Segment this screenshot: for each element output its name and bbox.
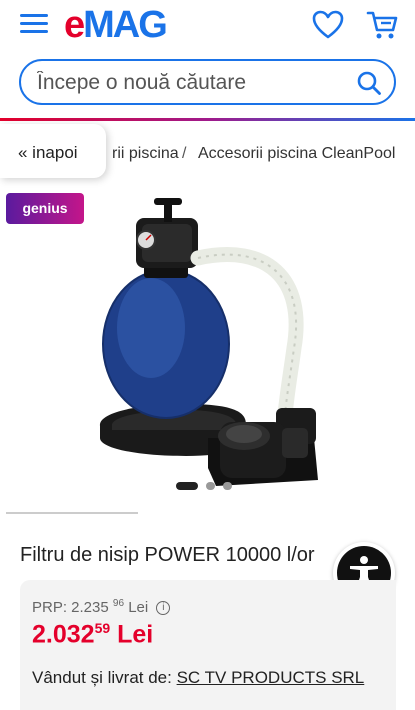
breadcrumb-item-subcategory[interactable]: Accesorii piscina CleanPool: [198, 145, 395, 163]
breadcrumb-item-category[interactable]: rii piscina: [112, 145, 179, 163]
back-button[interactable]: « inapoi: [0, 124, 106, 178]
seller-link[interactable]: SC TV PRODUCTS SRL: [177, 668, 365, 687]
header: eMAG: [0, 0, 415, 120]
back-button-label: « inapoi: [18, 143, 78, 162]
info-icon[interactable]: i: [156, 601, 171, 616]
image-carousel-dots: [176, 481, 236, 491]
search-input[interactable]: [37, 70, 337, 96]
carousel-dot-active[interactable]: [176, 482, 198, 490]
header-divider: [0, 118, 415, 121]
prp-price: PRP: 2.235 96 Lei i: [32, 598, 171, 616]
breadcrumb-separator: /: [182, 145, 187, 162]
carousel-dot[interactable]: [206, 482, 215, 490]
seller-info: Vândut și livrat de: SC TV PRODUCTS SRL: [32, 668, 365, 687]
cart-icon[interactable]: [366, 9, 400, 41]
menu-icon[interactable]: [20, 12, 50, 36]
heart-icon[interactable]: [311, 9, 345, 41]
emag-logo[interactable]: eMAG: [64, 3, 168, 47]
product-image[interactable]: [96, 198, 326, 510]
carousel-dot[interactable]: [223, 482, 232, 490]
genius-badge: genius: [6, 193, 84, 224]
current-price: 2.03259 Lei: [32, 620, 154, 649]
gallery-scroll-indicator: [6, 512, 138, 514]
search-icon[interactable]: [356, 70, 382, 96]
price-box: PRP: 2.235 96 Lei i 2.03259 Lei Vândut ș…: [20, 580, 396, 710]
search-bar: [19, 59, 396, 105]
product-title: Filtru de nisip POWER 10000 l/or: [20, 544, 315, 566]
